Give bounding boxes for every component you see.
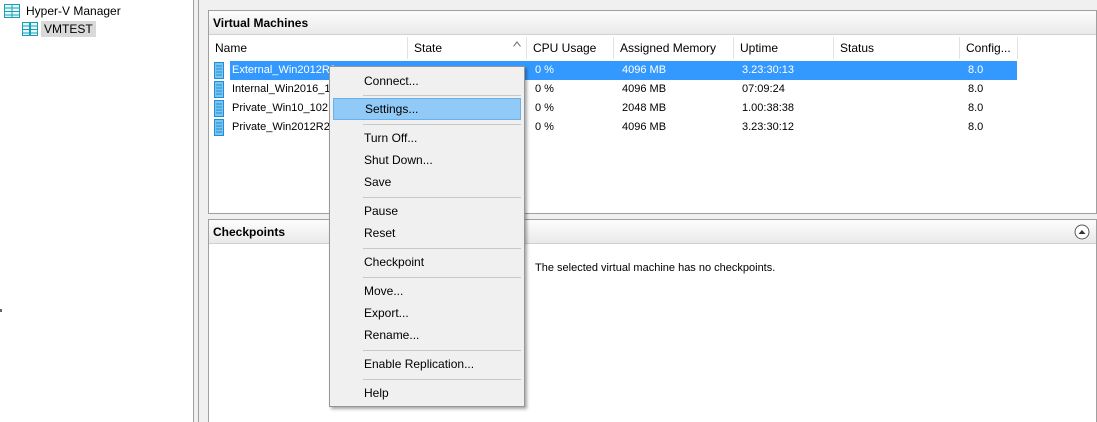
menu-separator: [363, 124, 521, 125]
tree-item-label: VMTEST: [41, 21, 96, 37]
cell-config: 8.0: [968, 64, 984, 76]
menu-item-help[interactable]: Help: [333, 382, 521, 404]
cell-config: 8.0: [968, 121, 984, 133]
cell-uptime: 3.23:30:12: [742, 121, 794, 133]
menu-item-settings[interactable]: Settings...: [333, 98, 521, 120]
virtual-machine-icon: [214, 81, 224, 98]
menu-item-pause[interactable]: Pause: [333, 200, 521, 222]
column-header-config[interactable]: Config...: [960, 37, 1018, 59]
menu-separator: [363, 248, 521, 249]
cell-uptime: 07:09:24: [742, 83, 785, 95]
cell-assigned-memory: 4096 MB: [622, 64, 667, 76]
menu-separator: [363, 379, 521, 380]
column-header-state[interactable]: State: [408, 37, 527, 59]
virtual-machine-icon: [214, 119, 224, 136]
cell-cpu-usage: 0 %: [535, 64, 554, 76]
menu-item-save[interactable]: Save: [333, 171, 521, 193]
server-icon: [22, 22, 38, 36]
navigation-tree: Hyper-V Manager VMTEST: [0, 0, 193, 422]
menu-item-rename[interactable]: Rename...: [333, 324, 521, 346]
menu-item-turn-off[interactable]: Turn Off...: [333, 127, 521, 149]
menu-item-reset[interactable]: Reset: [333, 222, 521, 244]
tree-item-server[interactable]: VMTEST: [22, 20, 96, 38]
menu-item-checkpoint[interactable]: Checkpoint: [333, 251, 521, 273]
cell-config: 8.0: [968, 102, 984, 114]
menu-item-export[interactable]: Export...: [333, 302, 521, 324]
context-menu: Connect... Settings... Turn Off... Shut …: [329, 66, 525, 407]
column-header-status[interactable]: Status: [834, 37, 960, 59]
menu-item-shut-down[interactable]: Shut Down...: [333, 149, 521, 171]
checkpoints-title: Checkpoints: [213, 225, 286, 239]
menu-separator: [363, 350, 521, 351]
cell-assigned-memory: 4096 MB: [622, 121, 667, 133]
cell-cpu-usage: 0 %: [535, 121, 554, 133]
virtual-machine-icon: [214, 100, 224, 117]
menu-separator: [363, 197, 521, 198]
cell-assigned-memory: 4096 MB: [622, 83, 667, 95]
cell-config: 8.0: [968, 83, 984, 95]
column-header-cpu-usage[interactable]: CPU Usage: [527, 37, 614, 59]
virtual-machine-icon: [214, 62, 224, 79]
no-checkpoints-message: The selected virtual machine has no chec…: [535, 262, 776, 274]
cell-cpu-usage: 0 %: [535, 102, 554, 114]
tree-item-hyperv-manager[interactable]: Hyper-V Manager: [4, 2, 124, 20]
collapse-icon[interactable]: [1074, 224, 1090, 240]
virtual-machines-header: Virtual Machines: [209, 11, 1096, 35]
cell-uptime: 3.23:30:13: [742, 64, 794, 76]
menu-separator: [363, 277, 521, 278]
menu-item-enable-replication[interactable]: Enable Replication...: [333, 353, 521, 375]
cell-cpu-usage: 0 %: [535, 83, 554, 95]
cell-uptime: 1.00:38:38: [742, 102, 794, 114]
menu-separator: [363, 95, 521, 96]
menu-item-connect[interactable]: Connect...: [333, 70, 521, 92]
column-header-uptime[interactable]: Uptime: [734, 37, 834, 59]
menu-item-move[interactable]: Move...: [333, 280, 521, 302]
tree-scroll-marker: [0, 309, 2, 312]
hyperv-manager-icon: [4, 4, 20, 18]
column-header-assigned-memory[interactable]: Assigned Memory: [614, 37, 734, 59]
sort-ascending-icon: [513, 41, 521, 47]
tree-item-label: Hyper-V Manager: [26, 4, 121, 18]
cell-assigned-memory: 2048 MB: [622, 102, 667, 114]
column-header-name[interactable]: Name: [209, 37, 408, 59]
